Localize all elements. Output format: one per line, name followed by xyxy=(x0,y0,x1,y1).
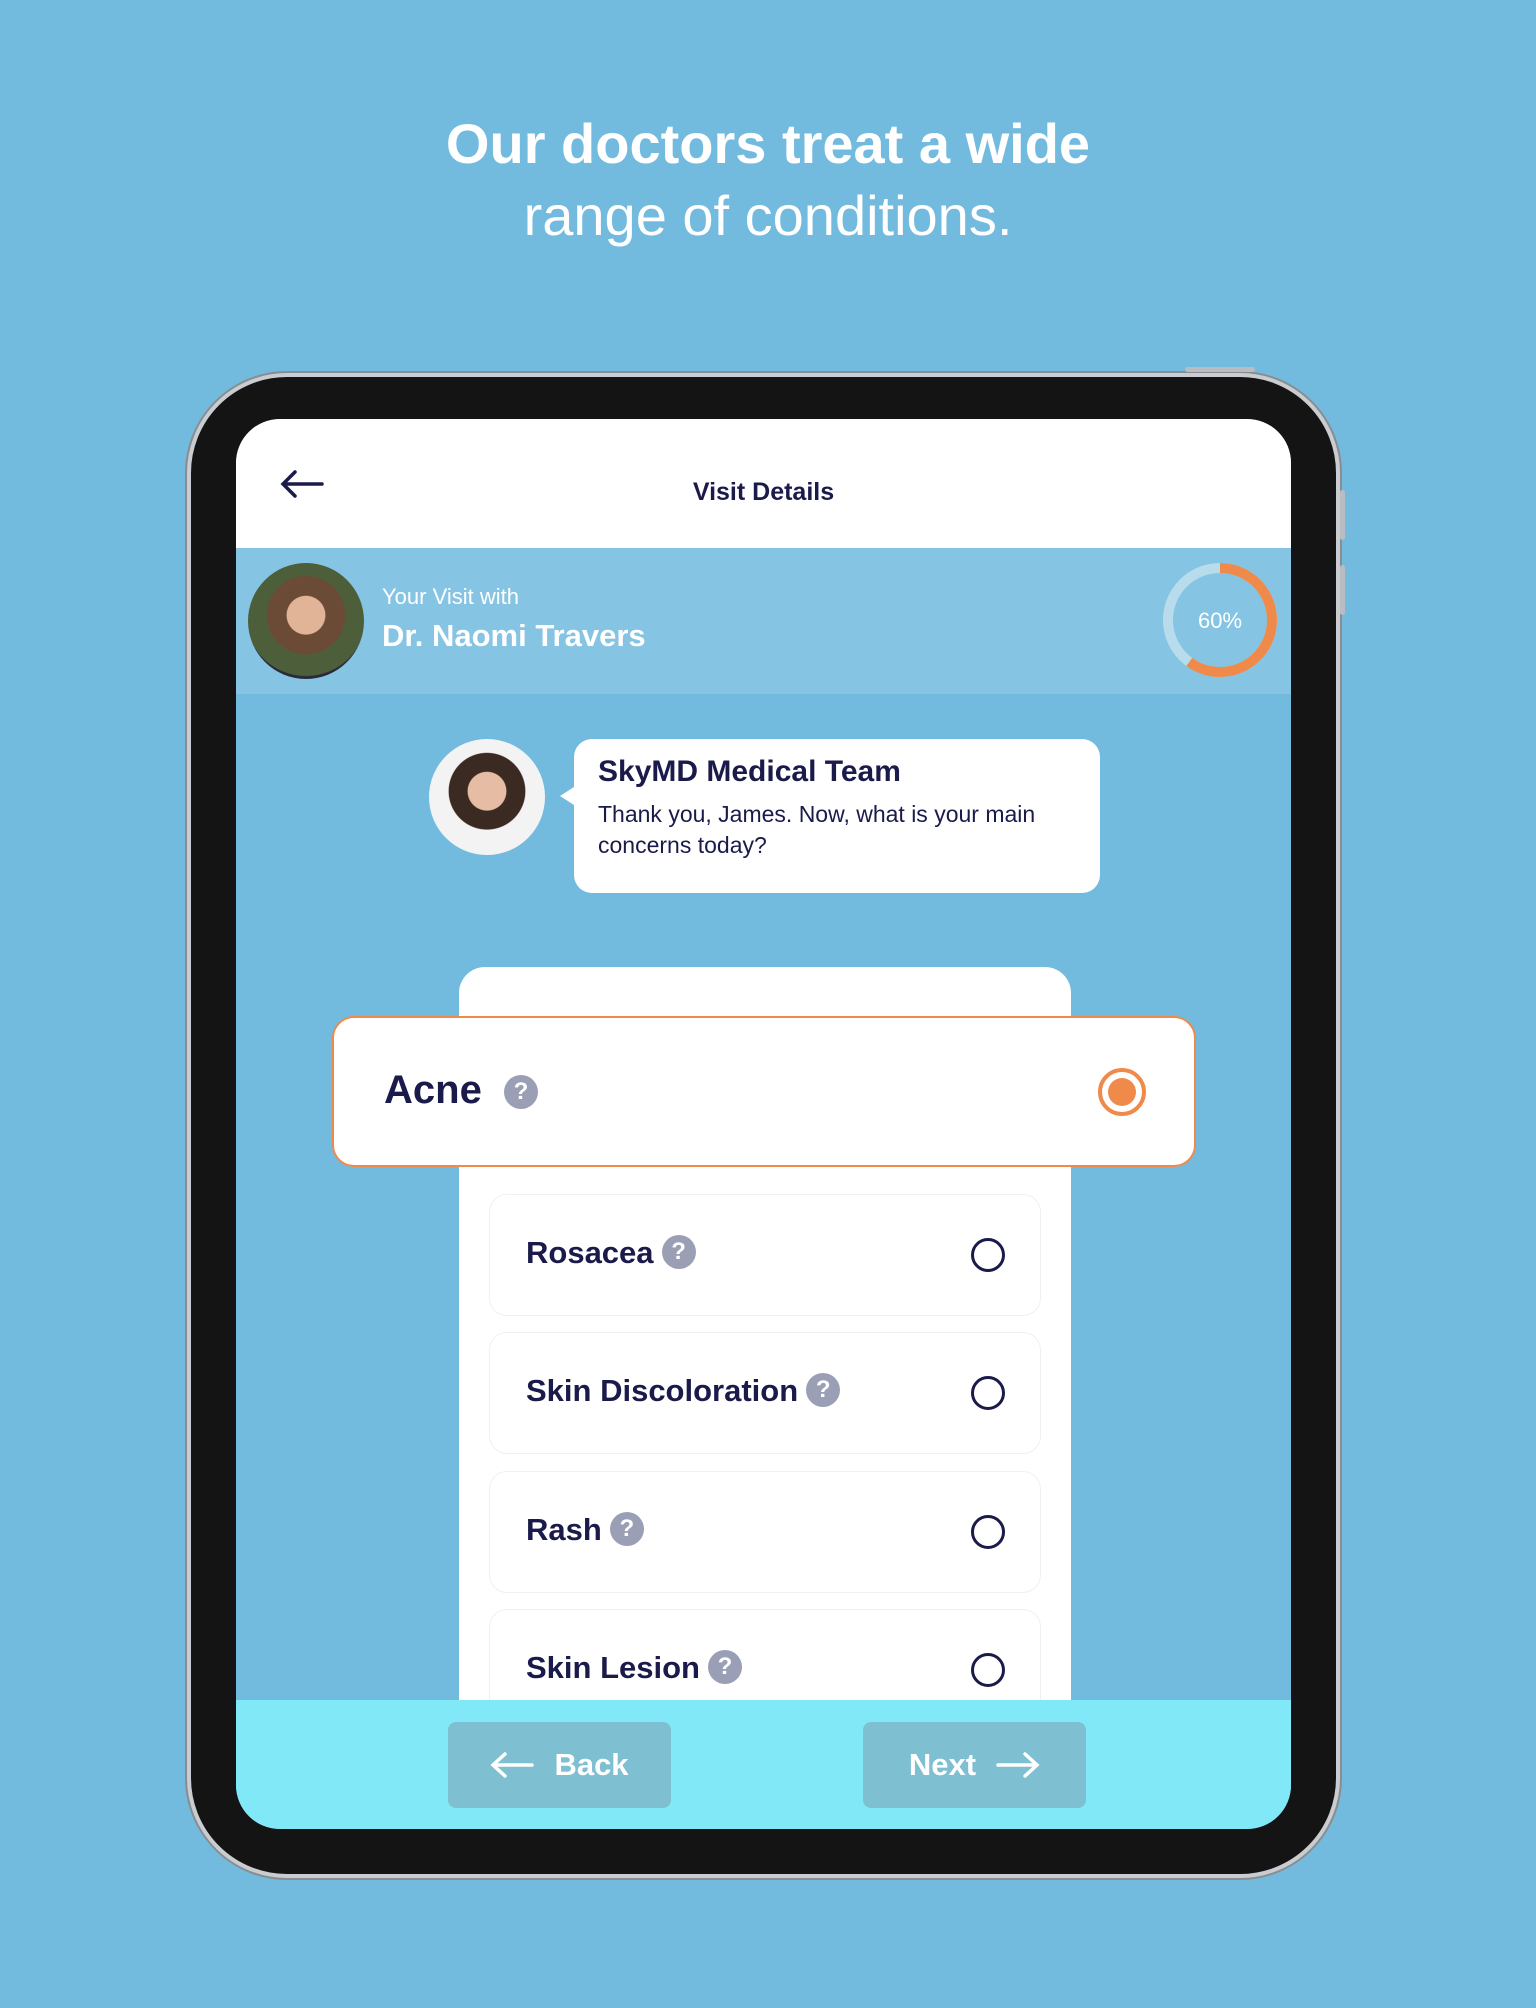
progress-ring: 60% xyxy=(1163,563,1277,677)
help-icon[interactable]: ? xyxy=(661,1234,696,1269)
progress-label: 60% xyxy=(1198,608,1242,633)
top-bar: Visit Details xyxy=(236,419,1291,548)
help-icon[interactable]: ? xyxy=(504,1075,538,1109)
condition-label: Acne xyxy=(384,1068,482,1112)
footer-bar: Back Next xyxy=(236,1700,1291,1829)
arrow-right-icon xyxy=(996,1752,1040,1778)
radio-unselected[interactable] xyxy=(971,1238,1005,1272)
help-icon[interactable]: ? xyxy=(806,1372,841,1407)
doctor-name: Dr. Naomi Travers xyxy=(382,618,646,653)
arrow-left-icon xyxy=(490,1752,535,1778)
radio-unselected[interactable] xyxy=(971,1515,1005,1549)
next-button-label: Next xyxy=(908,1747,977,1782)
visit-with-label: Your Visit with xyxy=(382,584,519,609)
radio-unselected[interactable] xyxy=(971,1376,1005,1410)
condition-label: Skin Lesion xyxy=(526,1650,700,1685)
condition-option-acne[interactable]: Acne ? xyxy=(332,1016,1196,1167)
condition-option-skin-discoloration[interactable]: Skin Discoloration? xyxy=(489,1332,1041,1454)
condition-label: Rash xyxy=(526,1512,602,1547)
condition-label: Skin Discoloration xyxy=(526,1373,799,1408)
condition-option-rash[interactable]: Rash? xyxy=(489,1471,1041,1593)
page-title: Visit Details xyxy=(692,478,835,506)
next-button[interactable]: Next xyxy=(863,1722,1086,1808)
medical-team-avatar xyxy=(429,739,545,855)
tablet-volume-down xyxy=(1340,565,1345,615)
help-icon[interactable]: ? xyxy=(609,1511,644,1546)
chat-sender: SkyMD Medical Team xyxy=(598,755,901,788)
tablet-volume-up xyxy=(1340,490,1345,540)
condition-label-wrap: Rosacea? xyxy=(526,1234,696,1271)
app-screen: Visit Details Your Visit with Dr. Naomi … xyxy=(236,419,1291,1829)
headline-line2: range of conditions. xyxy=(523,184,1013,247)
headline-line1: Our doctors treat a wide xyxy=(445,112,1091,175)
condition-label: Rosacea xyxy=(526,1235,654,1270)
back-button-label: Back xyxy=(554,1747,629,1782)
radio-unselected[interactable] xyxy=(971,1653,1005,1687)
condition-label-wrap: Skin Lesion? xyxy=(526,1649,742,1686)
radio-selected[interactable] xyxy=(1098,1068,1146,1116)
condition-option-rosacea[interactable]: Rosacea? xyxy=(489,1194,1041,1316)
back-button[interactable]: Back xyxy=(448,1722,671,1808)
tablet-top-button xyxy=(1185,367,1255,372)
doctor-avatar xyxy=(248,563,364,679)
help-icon[interactable]: ? xyxy=(707,1649,742,1684)
condition-label-wrap: Skin Discoloration? xyxy=(526,1372,841,1409)
doctor-banner: Your Visit with Dr. Naomi Travers 60% xyxy=(236,548,1291,694)
headline: Our doctors treat a wide range of condit… xyxy=(0,108,1536,252)
chat-bubble: SkyMD Medical Team Thank you, James. Now… xyxy=(560,739,1100,893)
condition-label-wrap: Rash? xyxy=(526,1511,644,1548)
chat-message: Thank you, James. Now, what is your main… xyxy=(598,801,1036,858)
